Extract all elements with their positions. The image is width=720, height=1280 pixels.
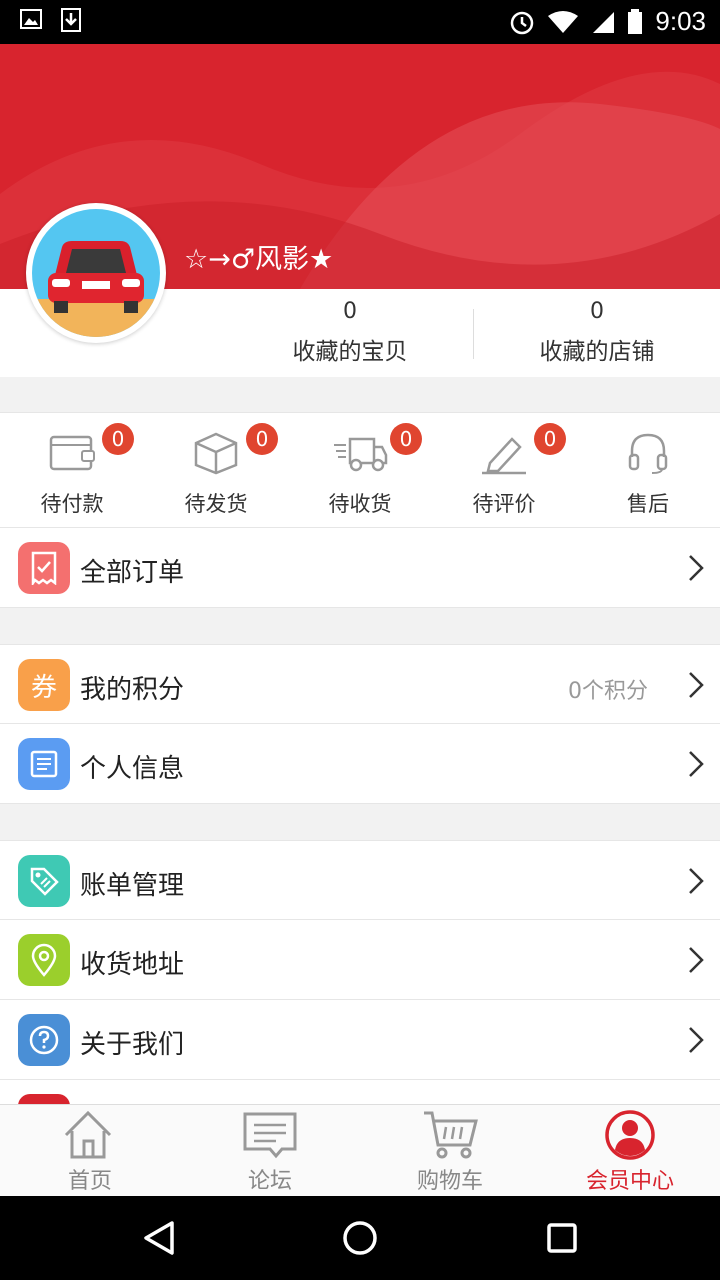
- order-badge: 0: [246, 423, 278, 455]
- tab-cart-label: 购物车: [416, 1169, 483, 1194]
- order-pending-receipt-label: 待收货: [328, 492, 392, 516]
- status-bar: 9:03: [0, 0, 720, 44]
- chevron-right-icon: [689, 555, 704, 581]
- avatar[interactable]: [26, 203, 166, 343]
- tag-icon: [18, 855, 70, 907]
- points-value: 0个积分: [568, 679, 648, 704]
- gallery-notification-icon: [20, 9, 42, 29]
- tab-home-label: 首页: [67, 1169, 112, 1194]
- about-row[interactable]: 关于我们: [0, 1000, 720, 1080]
- id-card-icon: [18, 738, 70, 790]
- bottom-tab-bar: 首页 论坛 购物车 会员中心: [0, 1104, 720, 1196]
- signal-icon: [593, 11, 615, 33]
- personal-info-label: 个人信息: [80, 754, 185, 784]
- question-icon: [18, 1014, 70, 1066]
- tab-member-center[interactable]: 会员中心: [540, 1105, 720, 1197]
- system-navigation-bar: [0, 1196, 720, 1280]
- coupon-icon-text: 券: [30, 672, 57, 703]
- cart-icon: [424, 1111, 478, 1159]
- order-pending-review-label: 待评价: [472, 492, 536, 516]
- stats-divider: [473, 309, 474, 359]
- tab-home[interactable]: 首页: [0, 1105, 180, 1197]
- order-badge: 0: [534, 423, 566, 455]
- order-status-bar: 待付款 0 待发货 0 待收货 0 待评价 0 售后: [0, 412, 720, 528]
- order-pending-payment[interactable]: 待付款 0: [0, 413, 144, 529]
- favorite-shops-stat[interactable]: 0 收藏的店铺: [477, 299, 717, 366]
- download-notification-icon: [61, 8, 81, 32]
- about-label: 关于我们: [80, 1030, 185, 1060]
- delivery-truck-icon: [334, 437, 388, 472]
- chevron-right-icon: [689, 751, 704, 777]
- points-label: 我的积分: [80, 675, 185, 705]
- favorite-items-count: 0: [343, 299, 357, 324]
- order-pending-shipment[interactable]: 待发货 0: [144, 413, 288, 529]
- address-row[interactable]: 收货地址: [0, 920, 720, 1000]
- chevron-right-icon: [689, 1027, 704, 1053]
- order-badge: 0: [102, 423, 134, 455]
- order-after-sales-label: 售后: [627, 492, 669, 516]
- order-pending-review[interactable]: 待评价 0: [432, 413, 576, 529]
- wallet-icon: [49, 435, 95, 471]
- order-badge: 0: [390, 423, 422, 455]
- favorite-items-stat[interactable]: 0 收藏的宝贝: [230, 299, 470, 366]
- username: ☆→♂风影★: [184, 244, 334, 275]
- home-icon: [64, 1110, 112, 1159]
- back-icon[interactable]: [142, 1220, 176, 1256]
- receipt-icon: [18, 542, 70, 594]
- chevron-right-icon: [689, 868, 704, 894]
- tab-forum-label: 论坛: [247, 1169, 292, 1194]
- member-icon: [605, 1110, 655, 1160]
- status-time: 9:03: [655, 6, 706, 36]
- wifi-icon: [548, 10, 579, 33]
- order-pending-receipt[interactable]: 待收货 0: [288, 413, 432, 529]
- bills-label: 账单管理: [80, 871, 185, 901]
- location-pin-icon: [18, 934, 70, 986]
- tab-member-center-label: 会员中心: [585, 1169, 674, 1194]
- battery-icon: [628, 8, 643, 34]
- favorite-shops-count: 0: [590, 299, 604, 324]
- all-orders-row[interactable]: 全部订单: [0, 528, 720, 608]
- chevron-right-icon: [689, 947, 704, 973]
- forum-icon: [243, 1112, 297, 1159]
- bills-row[interactable]: 账单管理: [0, 840, 720, 920]
- alarm-icon: [511, 11, 534, 34]
- coupon-icon: 券: [18, 659, 70, 711]
- order-after-sales[interactable]: 售后: [576, 413, 720, 529]
- all-orders-label: 全部订单: [80, 558, 185, 588]
- personal-info-row[interactable]: 个人信息: [0, 724, 720, 804]
- order-pending-payment-label: 待付款: [40, 492, 104, 516]
- package-icon: [194, 432, 238, 475]
- favorite-items-label: 收藏的宝贝: [292, 339, 408, 365]
- headset-icon: [628, 433, 668, 474]
- chevron-right-icon: [689, 672, 704, 698]
- tab-forum[interactable]: 论坛: [180, 1105, 360, 1197]
- pencil-icon: [482, 437, 526, 475]
- tab-cart[interactable]: 购物车: [360, 1105, 540, 1197]
- favorite-shops-label: 收藏的店铺: [539, 339, 655, 365]
- points-row[interactable]: 券 我的积分 0个积分: [0, 644, 720, 724]
- address-label: 收货地址: [80, 950, 185, 980]
- recent-apps-icon[interactable]: [546, 1222, 578, 1254]
- order-pending-shipment-label: 待发货: [184, 492, 248, 516]
- home-circle-icon[interactable]: [342, 1220, 378, 1256]
